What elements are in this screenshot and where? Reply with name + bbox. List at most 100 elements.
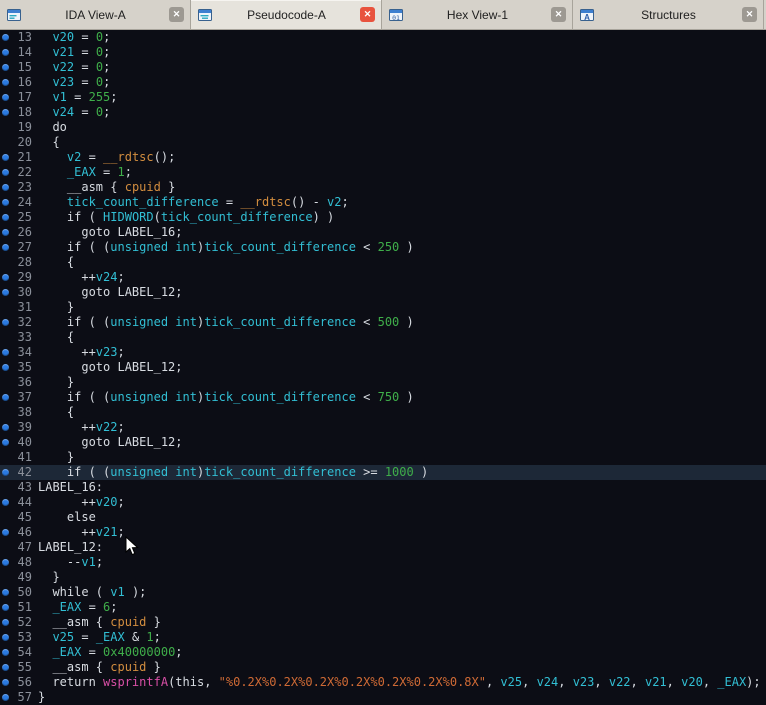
breakpoint-dot[interactable] [0,165,12,180]
tab-pseudocode-a[interactable]: Pseudocode-A ✕ [191,0,382,29]
code-line-25[interactable]: 25 if ( HIDWORD(tick_count_difference) ) [0,210,766,225]
code-line-57[interactable]: 57} [0,690,766,705]
breakpoint-dot[interactable] [0,240,12,255]
code-line-43[interactable]: 43 LABEL_16: [0,480,766,495]
code-line-42[interactable]: 42 if ( (unsigned int)tick_count_differe… [0,465,766,480]
breakpoint-dot[interactable] [0,555,12,570]
code-line-15[interactable]: 15 v22 = 0; [0,60,766,75]
code-line-21[interactable]: 21 v2 = __rdtsc(); [0,150,766,165]
breakpoint-dot[interactable] [0,645,12,660]
breakpoint-dot[interactable] [0,210,12,225]
code-line-20[interactable]: 20 { [0,135,766,150]
breakpoint-gutter[interactable] [0,405,12,420]
breakpoint-dot[interactable] [0,675,12,690]
breakpoint-dot[interactable] [0,270,12,285]
svg-text:01: 01 [392,13,400,21]
breakpoint-dot[interactable] [0,285,12,300]
code-line-34[interactable]: 34 ++v23; [0,345,766,360]
breakpoint-dot[interactable] [0,75,12,90]
breakpoint-dot[interactable] [0,435,12,450]
code-line-14[interactable]: 14 v21 = 0; [0,45,766,60]
breakpoint-dot[interactable] [0,195,12,210]
tab-structures[interactable]: A Structures ✕ [573,0,764,29]
breakpoint-dot[interactable] [0,585,12,600]
close-icon[interactable]: ✕ [742,7,757,22]
close-icon[interactable]: ✕ [360,7,375,22]
breakpoint-gutter[interactable] [0,375,12,390]
breakpoint-dot[interactable] [0,360,12,375]
tab-hex-view-1[interactable]: 01 Hex View-1 ✕ [382,0,573,29]
breakpoint-dot[interactable] [0,660,12,675]
code-line-52[interactable]: 52 __asm { cpuid } [0,615,766,630]
breakpoint-gutter[interactable] [0,480,12,495]
code-line-45[interactable]: 45 else [0,510,766,525]
code-line-28[interactable]: 28 { [0,255,766,270]
breakpoint-dot[interactable] [0,45,12,60]
breakpoint-gutter[interactable] [0,120,12,135]
code-line-16[interactable]: 16 v23 = 0; [0,75,766,90]
breakpoint-dot[interactable] [0,600,12,615]
close-icon[interactable]: ✕ [169,7,184,22]
code-line-55[interactable]: 55 __asm { cpuid } [0,660,766,675]
code-line-56[interactable]: 56 return wsprintfA(this, "%0.2X%0.2X%0.… [0,675,766,690]
code-line-40[interactable]: 40 goto LABEL_12; [0,435,766,450]
code-line-29[interactable]: 29 ++v24; [0,270,766,285]
code-line-33[interactable]: 33 { [0,330,766,345]
code-line-44[interactable]: 44 ++v20; [0,495,766,510]
code-line-19[interactable]: 19 do [0,120,766,135]
code-line-27[interactable]: 27 if ( (unsigned int)tick_count_differe… [0,240,766,255]
breakpoint-dot[interactable] [0,465,12,480]
code-line-35[interactable]: 35 goto LABEL_12; [0,360,766,375]
code-line-22[interactable]: 22 _EAX = 1; [0,165,766,180]
breakpoint-gutter[interactable] [0,450,12,465]
breakpoint-dot[interactable] [0,390,12,405]
code-line-47[interactable]: 47 LABEL_12: [0,540,766,555]
code-line-49[interactable]: 49 } [0,570,766,585]
breakpoint-dot[interactable] [0,615,12,630]
code-line-51[interactable]: 51 _EAX = 6; [0,600,766,615]
breakpoint-dot[interactable] [0,105,12,120]
code-line-48[interactable]: 48 --v1; [0,555,766,570]
breakpoint-dot[interactable] [0,345,12,360]
breakpoint-gutter[interactable] [0,510,12,525]
code-line-32[interactable]: 32 if ( (unsigned int)tick_count_differe… [0,315,766,330]
code-line-54[interactable]: 54 _EAX = 0x40000000; [0,645,766,660]
tab-ida-view-a[interactable]: IDA View-A ✕ [0,0,191,29]
breakpoint-dot[interactable] [0,180,12,195]
breakpoint-dot[interactable] [0,495,12,510]
breakpoint-dot[interactable] [0,60,12,75]
breakpoint-dot[interactable] [0,150,12,165]
code-line-13[interactable]: 13 v20 = 0; [0,30,766,45]
code-line-30[interactable]: 30 goto LABEL_12; [0,285,766,300]
breakpoint-dot[interactable] [0,525,12,540]
breakpoint-gutter[interactable] [0,300,12,315]
breakpoint-dot[interactable] [0,420,12,435]
code-line-37[interactable]: 37 if ( (unsigned int)tick_count_differe… [0,390,766,405]
line-number: 14 [17,45,32,59]
code-line-38[interactable]: 38 { [0,405,766,420]
code-line-17[interactable]: 17 v1 = 255; [0,90,766,105]
code-line-26[interactable]: 26 goto LABEL_16; [0,225,766,240]
breakpoint-dot[interactable] [0,225,12,240]
breakpoint-dot[interactable] [0,630,12,645]
breakpoint-gutter[interactable] [0,135,12,150]
code-line-18[interactable]: 18 v24 = 0; [0,105,766,120]
code-line-31[interactable]: 31 } [0,300,766,315]
breakpoint-gutter[interactable] [0,330,12,345]
breakpoint-gutter[interactable] [0,570,12,585]
breakpoint-gutter[interactable] [0,255,12,270]
breakpoint-dot[interactable] [0,690,12,705]
code-line-46[interactable]: 46 ++v21; [0,525,766,540]
code-line-50[interactable]: 50 while ( v1 ); [0,585,766,600]
close-icon[interactable]: ✕ [551,7,566,22]
breakpoint-dot[interactable] [0,90,12,105]
breakpoint-dot[interactable] [0,30,12,45]
breakpoint-gutter[interactable] [0,540,12,555]
code-line-39[interactable]: 39 ++v22; [0,420,766,435]
code-line-24[interactable]: 24 tick_count_difference = __rdtsc() - v… [0,195,766,210]
breakpoint-dot[interactable] [0,315,12,330]
code-line-23[interactable]: 23 __asm { cpuid } [0,180,766,195]
code-line-36[interactable]: 36 } [0,375,766,390]
code-line-53[interactable]: 53 v25 = _EAX & 1; [0,630,766,645]
code-line-41[interactable]: 41 } [0,450,766,465]
